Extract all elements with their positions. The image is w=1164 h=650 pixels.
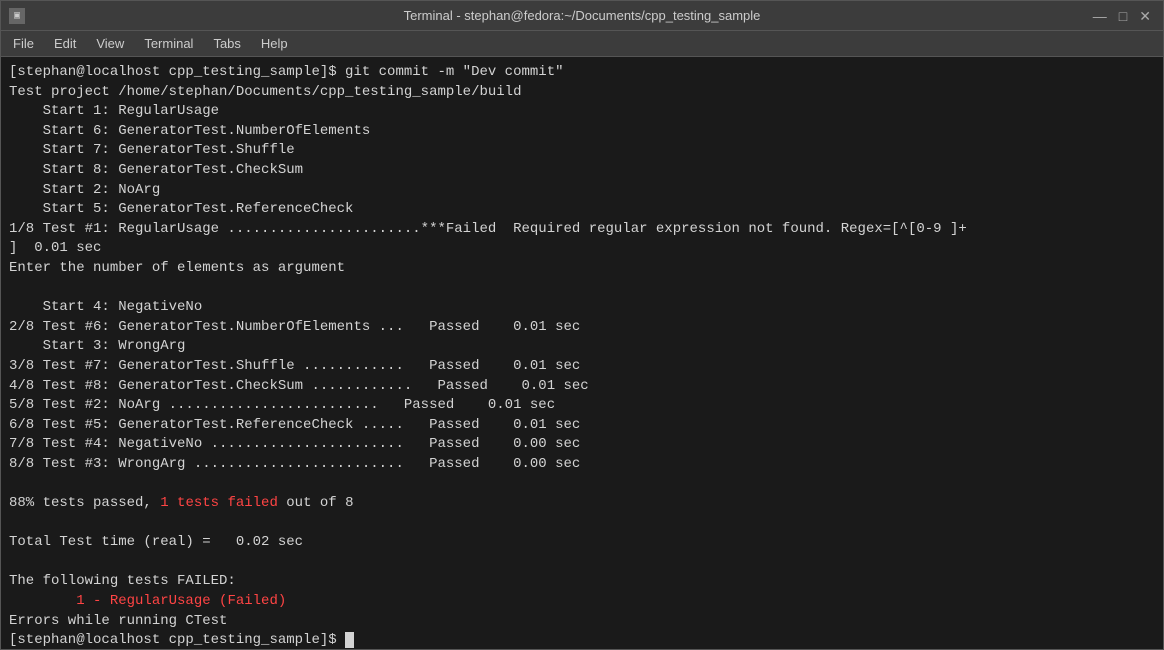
window-title: Terminal - stephan@fedora:~/Documents/cp…: [404, 8, 761, 23]
terminal-line-1: [stephan@localhost cpp_testing_sample]$ …: [9, 64, 967, 648]
menu-file[interactable]: File: [5, 34, 42, 53]
close-button[interactable]: ✕: [1135, 9, 1155, 23]
menu-edit[interactable]: Edit: [46, 34, 84, 53]
menu-tabs[interactable]: Tabs: [205, 34, 248, 53]
terminal-cursor: [345, 632, 354, 648]
window-controls: — □ ✕: [1089, 9, 1155, 23]
failed-count: 1 tests failed: [160, 495, 278, 511]
minimize-button[interactable]: —: [1089, 9, 1111, 23]
menu-help[interactable]: Help: [253, 34, 296, 53]
title-bar-left: ▣: [9, 8, 33, 24]
menu-bar: File Edit View Terminal Tabs Help: [1, 31, 1163, 57]
failed-test-list: 1 - RegularUsage (Failed): [76, 593, 286, 609]
menu-view[interactable]: View: [88, 34, 132, 53]
terminal-output[interactable]: [stephan@localhost cpp_testing_sample]$ …: [1, 57, 1163, 649]
title-bar: ▣ Terminal - stephan@fedora:~/Documents/…: [1, 1, 1163, 31]
terminal-window: ▣ Terminal - stephan@fedora:~/Documents/…: [0, 0, 1164, 650]
maximize-button[interactable]: □: [1115, 9, 1131, 23]
terminal-icon: ▣: [9, 8, 25, 24]
menu-terminal[interactable]: Terminal: [136, 34, 201, 53]
